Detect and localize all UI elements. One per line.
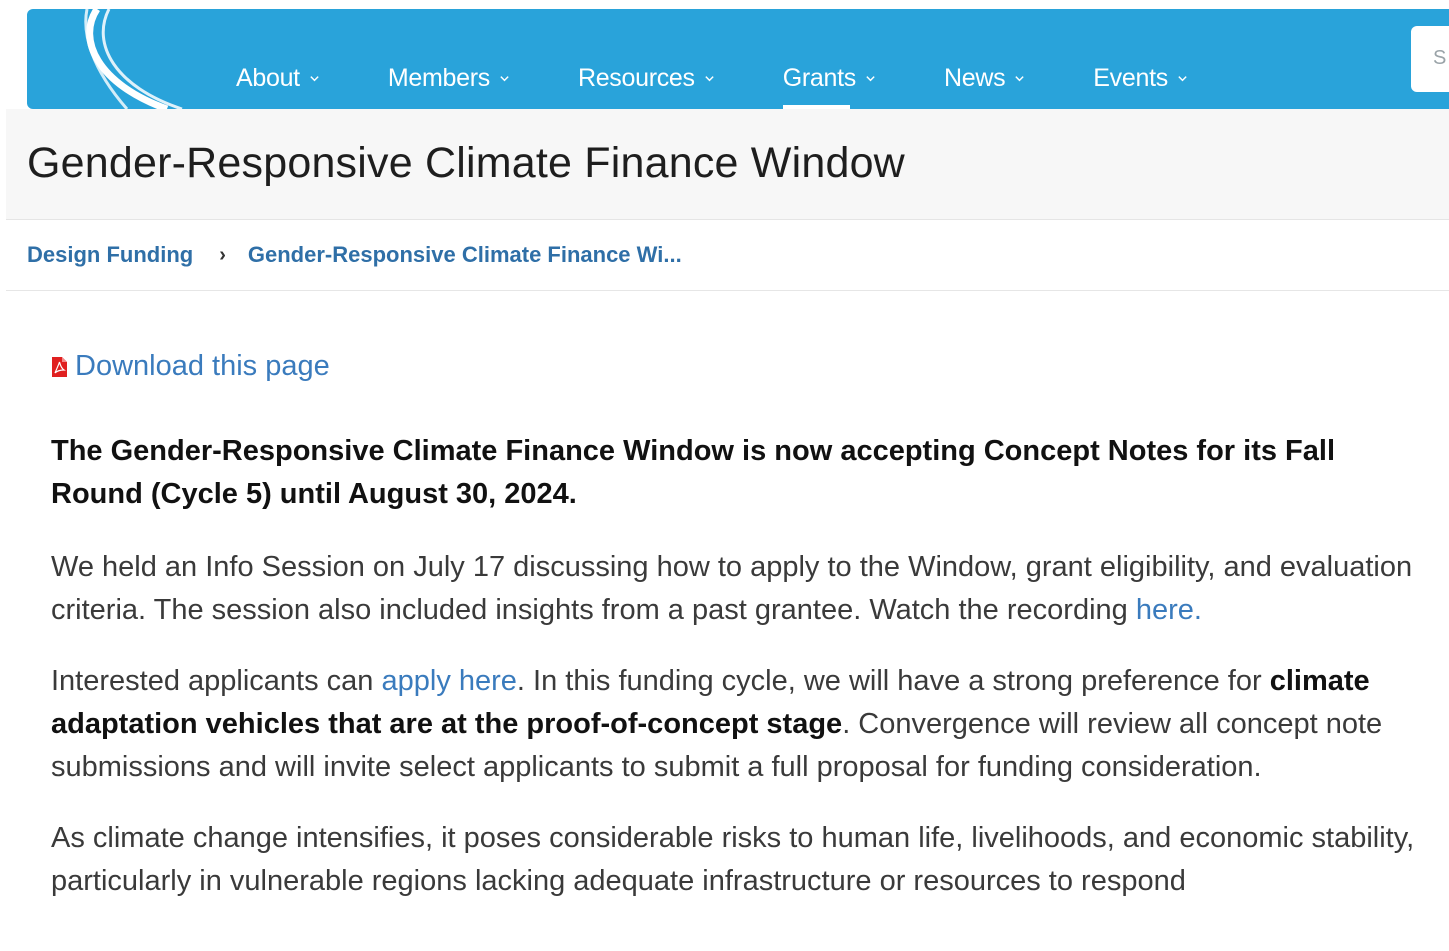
chevron-down-icon [705,75,714,81]
breadcrumb: Design Funding › Gender-Responsive Clima… [6,220,1449,291]
nav-item-grants[interactable]: Grants [782,9,876,109]
nav-item-label: Resources [577,63,695,92]
page-header: Gender-Responsive Climate Finance Window [6,109,1449,220]
logo[interactable] [57,9,197,109]
main-content: Download this page The Gender-Responsive… [51,350,1421,931]
top-navigation-bar: About Members Resources Grants News Even… [27,9,1449,109]
nav-item-members[interactable]: Members [388,9,510,109]
apply-text-b: . In this funding cycle, we will have a … [516,665,1270,697]
lead-paragraph: The Gender-Responsive Climate Finance Wi… [51,435,1336,510]
breadcrumb-item-current[interactable]: Gender-Responsive Climate Finance Wi... [248,242,682,268]
nav-item-about[interactable]: About [236,9,320,109]
nav-item-news[interactable]: News [944,9,1025,109]
chevron-down-icon [1015,75,1024,81]
apply-paragraph: Interested applicants can apply here. In… [51,660,1421,789]
info-session-paragraph: We held an Info Session on July 17 discu… [51,546,1421,632]
nav-menu: About Members Resources Grants News Even… [236,9,1256,109]
info-session-text: We held an Info Session on July 17 discu… [51,551,1413,626]
breadcrumb-item-design-funding[interactable]: Design Funding [27,242,193,268]
recording-link[interactable]: here. [1136,594,1202,626]
apply-text-a: Interested applicants can [51,665,382,697]
chevron-down-icon [866,75,875,81]
nav-item-label: Members [387,63,490,92]
nav-item-label: About [236,63,300,92]
apply-here-link[interactable]: apply here [381,665,516,697]
chevron-down-icon [310,75,319,81]
nav-item-label: News [943,63,1006,92]
download-label: Download this page [75,350,330,382]
climate-change-paragraph: As climate change intensifies, it poses … [51,822,1415,897]
nav-item-label: Events [1093,63,1168,92]
chevron-down-icon [1178,75,1187,81]
search-input[interactable]: S [1411,26,1449,92]
page-title: Gender-Responsive Climate Finance Window [27,139,905,187]
breadcrumb-separator: › [219,243,226,266]
page: About Members Resources Grants News Even… [0,0,1449,951]
search-placeholder: S [1433,47,1447,69]
nav-item-events[interactable]: Events [1093,9,1188,109]
download-page-link[interactable]: Download this page [51,350,1421,383]
chevron-down-icon [500,75,509,81]
pdf-icon [52,356,67,377]
nav-item-resources[interactable]: Resources [578,9,715,109]
nav-item-label: Grants [782,63,857,92]
